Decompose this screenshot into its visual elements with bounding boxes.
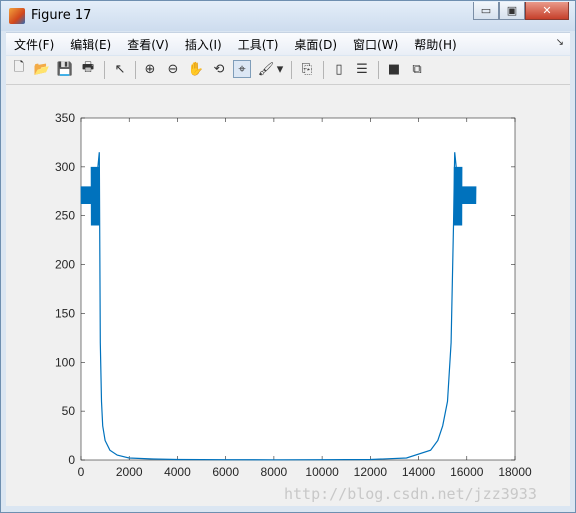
x-tick-label: 10000	[305, 465, 339, 479]
x-tick-label: 16000	[450, 465, 484, 479]
menu-window[interactable]: 窗口(W)	[345, 36, 406, 53]
data-cursor-icon[interactable]: ⌖	[233, 60, 251, 78]
dock-arrow-icon[interactable]: ↘	[556, 37, 564, 48]
oscillation-left-burst	[90, 166, 100, 226]
minimize-button[interactable]: ▭	[473, 2, 499, 20]
y-tick-label: 250	[55, 209, 75, 223]
oscillation-right-burst	[453, 166, 463, 226]
title-bar[interactable]: Figure 17 ▭ ▣ ✕	[1, 1, 575, 31]
zoom-in-icon[interactable]: ⊕	[141, 60, 159, 78]
maximize-button[interactable]: ▣	[499, 2, 525, 20]
new-figure-icon[interactable]: 🗋	[10, 60, 28, 78]
figure-window: Figure 17 ▭ ▣ ✕ 文件(F) 编辑(E) 查看(V) 插入(I) …	[0, 0, 576, 513]
pan-icon[interactable]: ✋	[187, 60, 205, 78]
oscillation-left-flat	[80, 186, 92, 205]
x-tick-label: 0	[78, 465, 85, 479]
brush-dropdown-icon[interactable]: ▾	[275, 60, 285, 78]
save-icon[interactable]: 💾	[56, 60, 74, 78]
menu-desktop[interactable]: 桌面(D)	[286, 36, 345, 53]
menu-bar: 文件(F) 编辑(E) 查看(V) 插入(I) 工具(T) 桌面(D) 窗口(W…	[6, 32, 570, 55]
colorbar-icon[interactable]: ▯	[330, 60, 348, 78]
open-file-icon[interactable]: 📂	[33, 60, 51, 78]
brush-icon[interactable]: 🖌	[257, 60, 275, 78]
x-tick-label: 14000	[402, 465, 436, 479]
toolbar-separator	[291, 61, 292, 79]
watermark-text: http://blog.csdn.net/jzz3933	[284, 485, 537, 503]
toolbar-separator	[135, 61, 136, 79]
menu-insert[interactable]: 插入(I)	[177, 36, 230, 53]
legend-icon[interactable]: ☰	[353, 60, 371, 78]
y-tick-label: 150	[55, 306, 75, 320]
print-icon[interactable]: 🖶	[79, 60, 97, 78]
y-tick-label: 200	[55, 258, 75, 272]
toolbar-separator	[323, 61, 324, 79]
menu-help[interactable]: 帮助(H)	[406, 36, 464, 53]
menu-tools[interactable]: 工具(T)	[230, 36, 287, 53]
menu-view[interactable]: 查看(V)	[119, 36, 177, 53]
hide-plot-tools-icon[interactable]: ■	[385, 60, 403, 78]
axes-box	[80, 117, 516, 461]
menu-file[interactable]: 文件(F)	[6, 36, 62, 53]
x-tick-label: 2000	[116, 465, 143, 479]
x-tick-label: 12000	[354, 465, 388, 479]
toolbar-separator	[378, 61, 379, 79]
show-plot-tools-icon[interactable]: ⧉	[408, 60, 426, 78]
y-tick-label: 0	[68, 453, 75, 467]
menu-edit[interactable]: 编辑(E)	[62, 36, 119, 53]
window-controls: ▭ ▣ ✕	[473, 2, 569, 20]
y-tick-label: 300	[55, 160, 75, 174]
pointer-icon[interactable]: ↖	[111, 60, 129, 78]
matlab-icon	[9, 8, 25, 24]
y-tick-label: 100	[55, 355, 75, 369]
y-tick-label: 50	[62, 404, 76, 418]
link-plot-icon[interactable]: ⎘	[298, 60, 316, 78]
x-tick-label: 4000	[164, 465, 191, 479]
close-button[interactable]: ✕	[525, 2, 569, 20]
figure-canvas-area: 0 2000 4000 6000 8000 10000 12000 14000 16000 180…	[6, 85, 570, 506]
figure-toolbar: 🗋 📂 💾 🖶 ↖ ⊕ ⊖ ✋ ⟲ ⌖ 🖌 ▾ ⎘ ▯ ☰ ■ ⧉	[6, 56, 570, 85]
rotate-3d-icon[interactable]: ⟲	[210, 60, 228, 78]
x-tick-label: 8000	[261, 465, 288, 479]
window-title: Figure 17	[31, 8, 92, 23]
oscillation-right-flat	[461, 186, 477, 205]
toolbar-separator	[104, 61, 105, 79]
x-tick-label: 18000	[498, 465, 532, 479]
zoom-out-icon[interactable]: ⊖	[164, 60, 182, 78]
x-tick-label: 6000	[212, 465, 239, 479]
plot-svg[interactable]: 0 2000 4000 6000 8000 10000 12000 14000 16000 180…	[6, 85, 570, 506]
y-tick-label: 350	[55, 111, 75, 125]
